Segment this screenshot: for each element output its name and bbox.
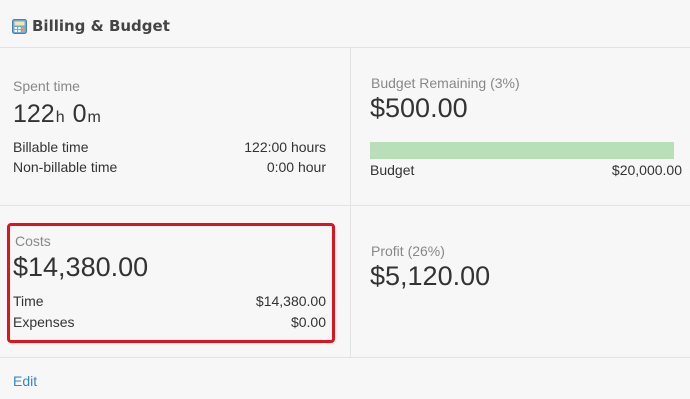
budget-value: $20,000.00 (611, 162, 682, 178)
nonbillable-value: 0:00 hour (266, 159, 326, 175)
budget-progress-bar (370, 142, 674, 159)
billable-value: 122:00 hours (244, 139, 326, 155)
minutes-value: 0 (72, 100, 87, 128)
divider (0, 357, 690, 358)
budget-progress-fill (370, 142, 674, 159)
divider (0, 47, 690, 48)
budget-remaining-amount: $500.00 (370, 93, 468, 123)
profit-amount: $5,120.00 (370, 261, 491, 291)
budget-label: Budget (370, 162, 415, 178)
nonbillable-label: Non-billable time (13, 159, 118, 175)
divider (0, 205, 690, 206)
edit-link[interactable]: Edit (13, 373, 37, 389)
costs-label: Costs (15, 233, 51, 249)
costs-time-value: $14,380.00 (255, 293, 326, 309)
billable-label: Billable time (13, 139, 89, 155)
hours-unit: h (55, 109, 65, 126)
spent-time-value: 122h 0m (13, 100, 109, 129)
costs-expenses-label: Expenses (13, 314, 75, 330)
section-header: Billing & Budget (12, 14, 170, 38)
section-title: Billing & Budget (32, 17, 170, 35)
divider (350, 47, 351, 357)
minutes-unit: m (87, 109, 101, 126)
costs-time-label: Time (13, 293, 44, 309)
profit-label: Profit (26%) (371, 243, 445, 259)
costs-expenses-value: $0.00 (290, 314, 326, 330)
costs-amount: $14,380.00 (13, 252, 149, 282)
hours-value: 122 (13, 100, 55, 128)
budget-remaining-label: Budget Remaining (3%) (371, 75, 520, 91)
calculator-icon (12, 18, 27, 34)
spent-time-label: Spent time (13, 78, 80, 94)
